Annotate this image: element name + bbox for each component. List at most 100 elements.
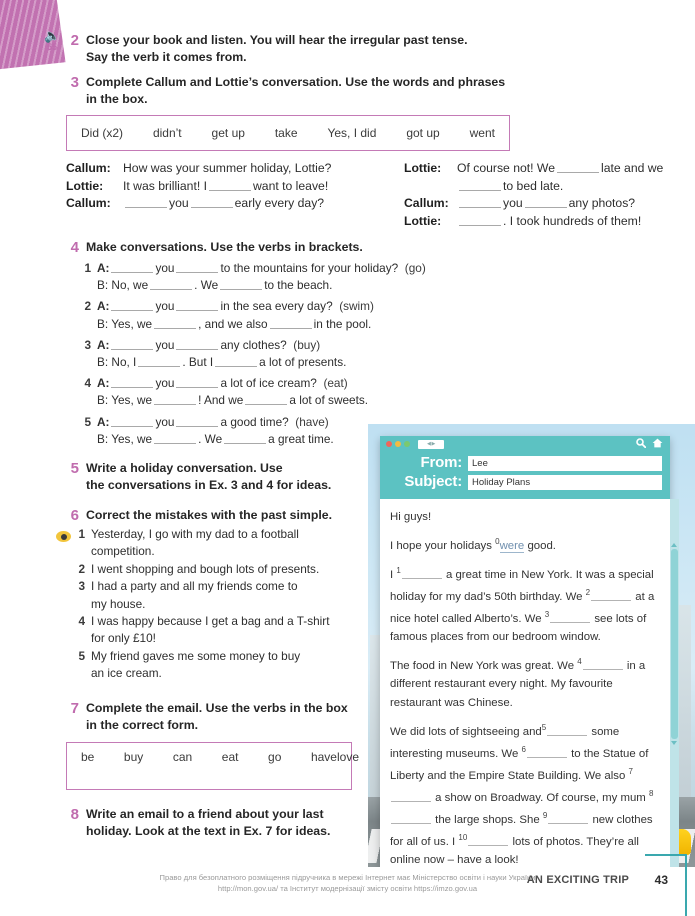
answer-blank[interactable] bbox=[150, 278, 193, 291]
home-icon[interactable] bbox=[652, 438, 663, 448]
item-number: 5 bbox=[84, 414, 91, 429]
word-chip: eat bbox=[221, 750, 239, 764]
answer-blank[interactable] bbox=[125, 196, 167, 209]
email-scrollbar[interactable] bbox=[670, 499, 679, 867]
exercise-3-number: 3 bbox=[70, 74, 79, 91]
from-field[interactable]: Lee bbox=[468, 455, 662, 471]
email-illustration-panel: ◀ ▶ From: Lee Subject: Holiday Plans Hi … bbox=[368, 424, 695, 867]
nav-pill[interactable]: ◀ ▶ bbox=[418, 439, 444, 449]
dialogue-line: Lottie: . I took hundreds of them! bbox=[404, 213, 694, 231]
item-number: 1 bbox=[84, 261, 91, 275]
exercise-4-number: 4 bbox=[70, 239, 79, 256]
answer-blank[interactable] bbox=[220, 278, 263, 291]
scrollbar-thumb[interactable] bbox=[671, 549, 678, 739]
list-item[interactable]: 3 I had a party and all my friends come … bbox=[73, 578, 373, 613]
exercise-6-number: 6 bbox=[70, 507, 79, 524]
dialogue-line: to bed late. bbox=[404, 178, 694, 196]
list-item-text: I went shopping and bough lots of presen… bbox=[91, 561, 320, 576]
answer-blank[interactable] bbox=[224, 432, 267, 444]
item-number: 5 bbox=[78, 648, 85, 663]
dialogue-speaker: Callum: bbox=[66, 161, 111, 175]
exercise-8-line2: holiday. Look at the text in Ex. 7 for i… bbox=[86, 824, 331, 839]
minimize-dot-icon[interactable] bbox=[395, 441, 401, 447]
exercise-2: 2 Close your book and listen. You will h… bbox=[63, 32, 663, 67]
answer-blank[interactable] bbox=[111, 299, 154, 312]
email-paragraph-3: The food in New York was great. We 4 in … bbox=[390, 657, 646, 709]
word-chip: got up bbox=[406, 126, 440, 140]
exercise-5-line2: the conversations in Ex. 3 and 4 for ide… bbox=[86, 478, 332, 493]
email-titlebar: ◀ ▶ bbox=[380, 436, 670, 452]
answer-blank[interactable] bbox=[176, 415, 219, 427]
search-icon[interactable] bbox=[636, 438, 646, 448]
exercise-6-heading: Correct the mistakes with the past simpl… bbox=[86, 508, 333, 522]
answer-blank[interactable] bbox=[526, 747, 567, 758]
list-item[interactable]: 4 I was happy because I get a bag and a … bbox=[73, 613, 373, 648]
word-chip: have bbox=[310, 750, 337, 764]
answer-blank[interactable] bbox=[591, 590, 632, 601]
exercise-4-item: 1 A: you to the mountains for your holiday… bbox=[79, 260, 499, 294]
answer-blank[interactable] bbox=[209, 179, 251, 191]
answer-blank[interactable] bbox=[154, 317, 197, 329]
answer-blank[interactable] bbox=[111, 261, 154, 273]
answer-blank[interactable] bbox=[111, 338, 154, 350]
scroll-up-arrow-icon[interactable] bbox=[671, 543, 677, 547]
list-item[interactable]: 1 Yesterday, I go with my dad to a footb… bbox=[73, 526, 373, 561]
answer-blank[interactable] bbox=[176, 338, 219, 350]
answer-blank[interactable] bbox=[138, 355, 181, 368]
answer-blank[interactable] bbox=[176, 261, 219, 273]
answer-blank[interactable] bbox=[111, 376, 154, 389]
exercise-3-body: Complete Callum and Lottie’s conversatio… bbox=[86, 74, 505, 109]
answer-blank[interactable] bbox=[190, 196, 233, 209]
item-number: 2 bbox=[84, 299, 91, 314]
exercise-8-number: 8 bbox=[70, 806, 79, 823]
answer-blank[interactable] bbox=[547, 725, 588, 736]
answer-blank[interactable] bbox=[215, 355, 258, 368]
answer-blank[interactable] bbox=[154, 393, 197, 406]
answer-blank[interactable] bbox=[468, 835, 509, 846]
answer-blank[interactable] bbox=[557, 161, 599, 173]
item-number: 4 bbox=[78, 614, 85, 629]
dialogue-text: you early every day? bbox=[123, 195, 324, 213]
item-number: 3 bbox=[78, 579, 85, 594]
dialogue-line: Callum: you any photos? bbox=[404, 195, 694, 213]
answer-blank[interactable] bbox=[111, 415, 154, 427]
scroll-down-arrow-icon[interactable] bbox=[671, 741, 677, 745]
item-number: 3 bbox=[84, 337, 91, 352]
answer-blank[interactable] bbox=[391, 791, 431, 802]
list-item[interactable]: 5 My friend gaves me some money to buy an… bbox=[73, 648, 373, 683]
answer-blank[interactable] bbox=[391, 813, 431, 824]
subject-row: Subject: Holiday Plans bbox=[388, 474, 662, 490]
email-header-fields: From: Lee Subject: Holiday Plans bbox=[380, 452, 670, 499]
answer-blank[interactable] bbox=[176, 299, 219, 312]
dialogue-line: Callum: you early every day? bbox=[66, 195, 376, 213]
list-item[interactable]: 2 I went shopping and bough lots of pres… bbox=[73, 561, 373, 578]
exercise-3: 3 Complete Callum and Lottie’s conversat… bbox=[63, 74, 663, 109]
exercise-3-word-bank: Did (x2) didn’t get up take Yes, I did g… bbox=[66, 115, 510, 151]
answer-blank[interactable] bbox=[548, 813, 589, 824]
answer-blank[interactable] bbox=[154, 432, 197, 444]
answer-blank[interactable] bbox=[582, 659, 623, 671]
answer-blank[interactable] bbox=[459, 196, 501, 209]
word-chip: can bbox=[172, 750, 193, 764]
word-chip: went bbox=[469, 126, 495, 140]
item-number: 2 bbox=[78, 561, 85, 576]
answer-blank[interactable] bbox=[245, 393, 288, 406]
answer-blank[interactable] bbox=[459, 179, 501, 191]
answer-blank[interactable] bbox=[524, 196, 567, 209]
answer-blank[interactable] bbox=[459, 214, 501, 226]
close-dot-icon[interactable] bbox=[386, 441, 392, 447]
word-chip: Did (x2) bbox=[81, 126, 124, 140]
exercise-7-line2: in the correct form. bbox=[86, 718, 199, 733]
word-chip: buy bbox=[123, 750, 144, 764]
answer-blank[interactable] bbox=[401, 568, 442, 579]
dialogue-text: . I took hundreds of them! bbox=[457, 213, 641, 231]
exercise-4-heading: Make conversations. Use the verbs in bra… bbox=[86, 240, 363, 254]
subject-field[interactable]: Holiday Plans bbox=[468, 474, 662, 490]
maximize-dot-icon[interactable] bbox=[404, 441, 410, 447]
answer-blank[interactable] bbox=[550, 612, 591, 623]
speaker-icon: 🔈 bbox=[44, 28, 60, 43]
email-window: ◀ ▶ From: Lee Subject: Holiday Plans Hi … bbox=[380, 436, 679, 867]
answer-blank[interactable] bbox=[176, 376, 219, 389]
exercise-3-line1: Complete Callum and Lottie’s conversatio… bbox=[86, 75, 506, 89]
answer-blank[interactable] bbox=[269, 317, 312, 329]
